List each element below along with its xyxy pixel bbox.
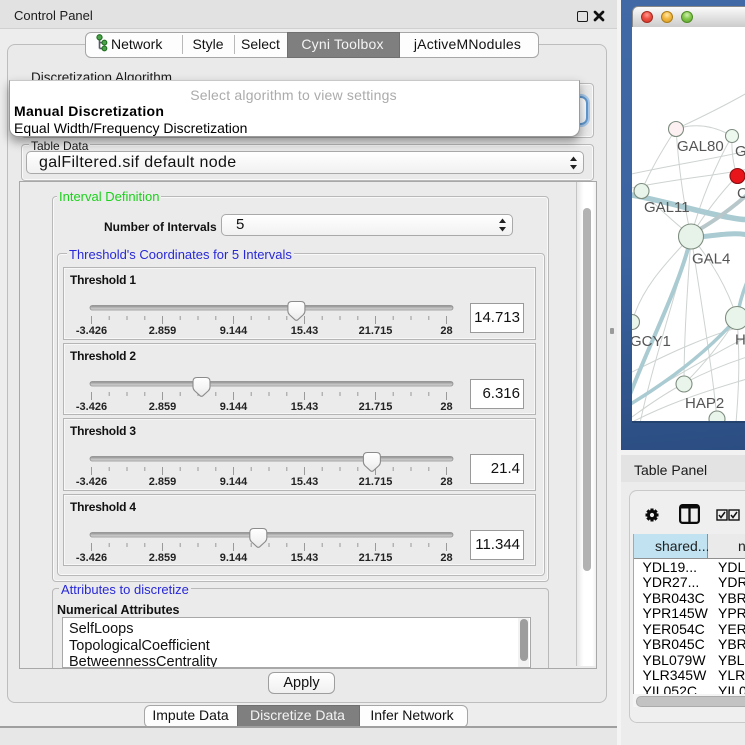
svg-text:HAP2: HAP2 bbox=[685, 395, 724, 412]
svg-text:2.859: 2.859 bbox=[149, 401, 177, 413]
svg-text:9.144: 9.144 bbox=[220, 552, 248, 564]
svg-text:15.43: 15.43 bbox=[291, 476, 319, 488]
svg-text:GAL80: GAL80 bbox=[677, 138, 724, 155]
svg-text:9.144: 9.144 bbox=[220, 401, 248, 413]
svg-text:GCY1: GCY1 bbox=[632, 333, 671, 350]
svg-text:28: 28 bbox=[440, 552, 452, 564]
svg-text:-3.426: -3.426 bbox=[76, 325, 107, 337]
svg-text:21.715: 21.715 bbox=[359, 476, 393, 488]
svg-text:-3.426: -3.426 bbox=[76, 552, 107, 564]
svg-text:15.43: 15.43 bbox=[291, 552, 319, 564]
svg-text:-3.426: -3.426 bbox=[76, 476, 107, 488]
svg-text:C: C bbox=[737, 185, 745, 202]
svg-text:28: 28 bbox=[440, 476, 452, 488]
svg-text:15.43: 15.43 bbox=[291, 401, 319, 413]
svg-text:9.144: 9.144 bbox=[220, 476, 248, 488]
svg-text:-3.426: -3.426 bbox=[76, 401, 107, 413]
svg-text:2.859: 2.859 bbox=[149, 325, 177, 337]
svg-text:21.715: 21.715 bbox=[359, 325, 393, 337]
svg-text:GAL11: GAL11 bbox=[644, 199, 690, 216]
svg-text:15.43: 15.43 bbox=[291, 325, 319, 337]
svg-text:21.715: 21.715 bbox=[359, 552, 393, 564]
svg-text:2.859: 2.859 bbox=[149, 476, 177, 488]
svg-text:28: 28 bbox=[440, 325, 452, 337]
svg-text:HA: HA bbox=[735, 332, 745, 349]
svg-text:28: 28 bbox=[440, 401, 452, 413]
svg-text:2.859: 2.859 bbox=[149, 552, 177, 564]
svg-text:GAL4: GAL4 bbox=[692, 251, 730, 268]
svg-text:G.: G. bbox=[735, 143, 745, 160]
svg-text:21.715: 21.715 bbox=[359, 401, 393, 413]
svg-text:9.144: 9.144 bbox=[220, 325, 248, 337]
